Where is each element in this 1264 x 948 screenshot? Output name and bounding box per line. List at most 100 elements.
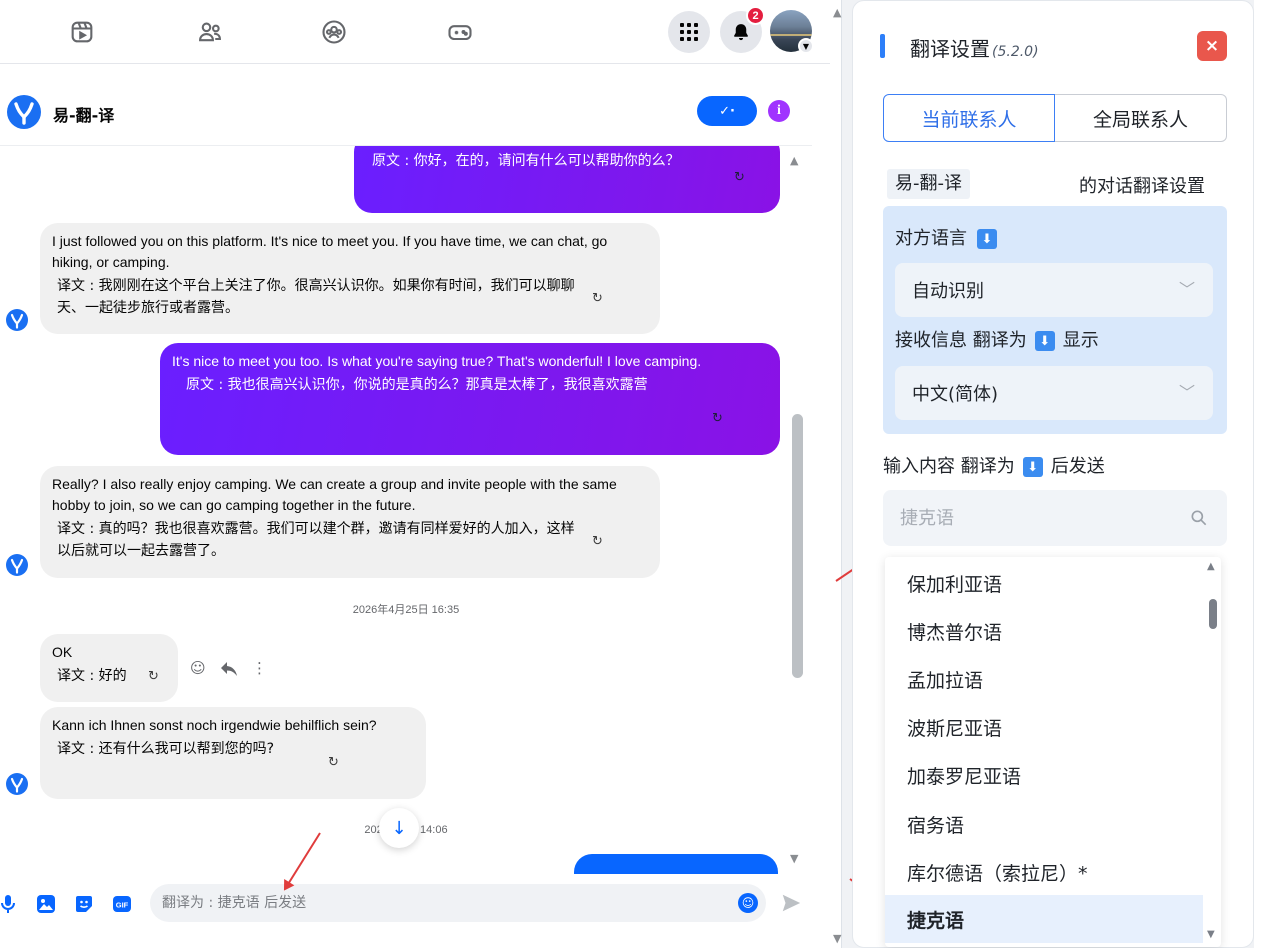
contact-settings-caption: 的对话翻译设置 (1079, 176, 1205, 197)
grid-icon (680, 23, 698, 41)
message-original: Kann ich Ihnen sonst noch irgendwie behi… (52, 717, 377, 733)
message-original: Really? I also really enjoy camping. We … (52, 476, 617, 513)
groups-icon[interactable] (320, 18, 348, 46)
message-original: It's nice to meet you too. Is what you'r… (172, 353, 702, 369)
gif-icon[interactable]: GIF (110, 892, 134, 916)
list-scrollbar-thumb[interactable] (1209, 599, 1217, 629)
chat-app: 2 ▼ 易-翻-译 ✓· i 原文 : 你好，在的，请问有什么可以帮助你的么？ … (0, 0, 842, 948)
chevron-down-icon[interactable]: ▼ (798, 38, 814, 54)
refresh-icon[interactable]: ↻ (734, 170, 748, 185)
message-bubble-incoming[interactable]: OK 译文 : 好的 ↻ (40, 634, 178, 702)
timestamp-separator: 2026年4月25日 16:35 (352, 604, 460, 616)
refresh-icon[interactable]: ↻ (592, 534, 606, 549)
chat-header: 易-翻-译 ✓· i (0, 80, 812, 146)
send-icon[interactable] (780, 892, 802, 914)
tab-global-contacts[interactable]: 全局联系人 (1055, 94, 1227, 142)
top-navigation: 2 ▼ (0, 0, 830, 64)
language-search-box (883, 490, 1227, 546)
page-scroll-down-arrow[interactable]: ▼ (833, 932, 841, 945)
sticker-icon[interactable] (72, 892, 96, 916)
send-translate-prefix: 输入内容 翻译为 (883, 456, 1015, 477)
message-bubble-incoming[interactable]: I just followed you on this platform. It… (40, 223, 660, 334)
contact-avatar-icon (6, 554, 28, 576)
notification-badge: 2 (746, 6, 765, 25)
translator-logo-icon (7, 95, 41, 129)
chat-title[interactable]: 易-翻-译 (53, 102, 114, 126)
receive-language-select[interactable]: 中文(简体) ﹀ (895, 366, 1213, 420)
refresh-icon[interactable]: ↻ (328, 755, 342, 770)
message-bubble-outgoing[interactable] (574, 854, 778, 876)
translate-toggle-button[interactable]: ✓· (697, 96, 757, 126)
contact-avatar-icon (6, 309, 28, 331)
scroll-up-arrow[interactable]: ▲ (790, 154, 798, 167)
close-button[interactable]: × (1197, 31, 1227, 61)
language-settings-box: 对方语言 ⬇ 自动识别 ﹀ 接收信息 翻译为 ⬇ 显示 中文(简体) ﹀ (883, 206, 1227, 434)
contact-avatar-icon (6, 773, 28, 795)
message-bubble-outgoing[interactable]: It's nice to meet you too. Is what you'r… (160, 343, 780, 455)
image-icon[interactable] (34, 892, 58, 916)
receive-translate-suffix: 显示 (1062, 330, 1099, 351)
download-icon: ⬇ (1022, 457, 1043, 477)
download-icon: ⬇ (1034, 331, 1055, 351)
scroll-down-arrow[interactable]: ▼ (790, 852, 798, 865)
language-option[interactable]: 波斯尼亚语 (885, 703, 1203, 751)
message-list: 原文 : 你好，在的，请问有什么可以帮助你的么？ ↻ I just follow… (0, 146, 812, 874)
message-bubble-incoming[interactable]: Kann ich Ihnen sonst noch irgendwie behi… (40, 707, 426, 799)
send-translate-suffix: 后发送 (1050, 456, 1105, 477)
info-icon[interactable]: i (768, 100, 790, 122)
react-icon[interactable]: ☺ (190, 659, 206, 677)
message-input[interactable] (150, 884, 766, 922)
receive-translate-label: 接收信息 翻译为 ⬇ 显示 (895, 326, 1099, 352)
scrollbar-thumb[interactable] (792, 414, 803, 678)
svg-text:GIF: GIF (116, 901, 129, 910)
settings-title: 翻译设置 (5.2.0) (910, 33, 1039, 62)
more-options-icon[interactable]: ⋮ (252, 659, 267, 677)
page-scroll-up-arrow[interactable]: ▲ (833, 6, 841, 19)
notifications-button[interactable]: 2 (720, 6, 765, 53)
bell-icon (734, 24, 748, 41)
language-option[interactable]: 宿务语 (885, 800, 1203, 848)
message-bubble-outgoing[interactable]: 原文 : 你好，在的，请问有什么可以帮助你的么？ ↻ (354, 146, 780, 213)
friends-icon[interactable] (196, 18, 224, 46)
chevron-down-icon: ﹀ (1178, 280, 1195, 299)
download-icon: ⬇ (977, 229, 997, 249)
message-original: OK (52, 644, 73, 660)
peer-language-select[interactable]: 自动识别 ﹀ (895, 263, 1213, 317)
emoji-icon[interactable]: ☺ (738, 893, 758, 913)
scroll-to-bottom-button[interactable]: ↓ (379, 808, 419, 848)
language-search-input[interactable] (883, 490, 1183, 546)
message-translation: 译文 : 我刚刚在这个平台上关注了你。很高兴认识你。如果你有时间，我们可以聊聊天… (57, 278, 575, 316)
message-translation: 译文 : 真的吗？我也很喜欢露营。我们可以建个群，邀请有同样爱好的人加入，这样以… (57, 521, 575, 559)
settings-version: (5.2.0) (992, 44, 1039, 60)
message-translation: 原文 : 我也很高兴认识你，你说的是真的么？那真是太棒了，我很喜欢露营 (186, 377, 648, 393)
refresh-icon[interactable]: ↻ (712, 411, 726, 426)
reels-icon[interactable] (68, 18, 96, 46)
message-bubble-incoming[interactable]: Really? I also really enjoy camping. We … (40, 466, 660, 578)
message-translation: 原文 : 你好，在的，请问有什么可以帮助你的么？ (372, 153, 680, 169)
microphone-icon[interactable] (0, 892, 20, 916)
message-translation: 译文 : 还有什么我可以帮到您的吗? (57, 741, 275, 757)
list-scroll-down-arrow[interactable]: ▼ (1207, 929, 1215, 940)
language-option[interactable]: 库尔德语（索拉尼）* (885, 848, 1203, 896)
search-icon[interactable] (1189, 508, 1209, 528)
tab-current-contact[interactable]: 当前联系人 (883, 94, 1055, 142)
reply-icon[interactable] (220, 661, 238, 677)
language-option[interactable]: 保加利亚语 (885, 559, 1203, 607)
refresh-icon[interactable]: ↻ (592, 291, 606, 306)
settings-title-text: 翻译设置 (910, 37, 990, 61)
language-option[interactable]: 博杰普尔语 (885, 607, 1203, 655)
language-option-selected[interactable]: 捷克语 (885, 895, 1203, 943)
menu-grid-button[interactable] (668, 11, 710, 53)
refresh-icon[interactable]: ↻ (148, 669, 162, 684)
message-composer: GIF ☺ (0, 874, 812, 934)
list-scroll-up-arrow[interactable]: ▲ (1207, 561, 1215, 572)
title-accent-bar (880, 34, 885, 58)
peer-language-value: 自动识别 (912, 281, 984, 302)
language-option[interactable]: 孟加拉语 (885, 655, 1203, 703)
gaming-icon[interactable] (446, 18, 474, 46)
receive-language-value: 中文(简体) (912, 384, 999, 405)
chevron-down-icon: ﹀ (1178, 383, 1195, 402)
language-option[interactable]: 加泰罗尼亚语 (885, 751, 1203, 799)
send-translate-label: 输入内容 翻译为 ⬇ 后发送 (883, 452, 1105, 478)
language-dropdown-list: 保加利亚语 博杰普尔语 孟加拉语 波斯尼亚语 加泰罗尼亚语 宿务语 库尔德语（索… (885, 557, 1221, 947)
